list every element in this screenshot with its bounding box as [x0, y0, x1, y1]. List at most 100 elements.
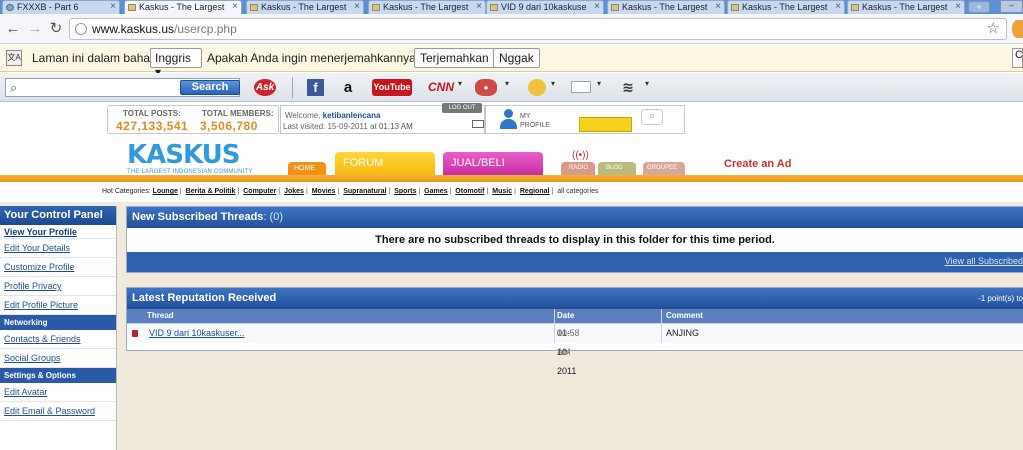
browser-tab-strip: FXXXB - Part 6 × Kaskus - The Largest × Ka…: [0, 0, 1023, 15]
sidebar-item-customize-profile[interactable]: Customize Profile: [0, 258, 116, 277]
sound-icon[interactable]: ≋: [616, 79, 640, 96]
profile-person-icon[interactable]: [498, 109, 518, 131]
mail-icon[interactable]: [571, 81, 591, 93]
sidebar-section-networking: Networking: [0, 315, 116, 330]
translate-button[interactable]: Terjemahkan: [414, 48, 495, 68]
all-categories-link[interactable]: all categories: [557, 188, 598, 195]
nav-radio-tab[interactable]: RADIO: [561, 162, 595, 175]
empty-message: There are no subscribed threads to displ…: [375, 234, 775, 246]
tab-close-icon[interactable]: ×: [354, 1, 360, 13]
search-icon: ⌕: [10, 80, 18, 95]
category-link[interactable]: Sports: [394, 188, 416, 195]
decline-translate-button[interactable]: Nggak: [493, 48, 540, 68]
column-date: Date: [557, 311, 575, 320]
chevron-down-icon[interactable]: ▾: [645, 79, 649, 88]
username-link[interactable]: ketibanlencana: [323, 111, 381, 120]
tab-close-icon[interactable]: ×: [110, 1, 116, 13]
reload-icon[interactable]: ↻: [47, 20, 65, 38]
category-link[interactable]: Jokes: [284, 188, 304, 195]
sidebar-item-edit-details[interactable]: Edit Your Details: [0, 239, 116, 258]
translate-icon: 文A: [6, 50, 22, 66]
toolbar-search-button[interactable]: Search: [180, 80, 240, 95]
view-all-subscribed-link[interactable]: View all Subscribed: [945, 256, 1023, 266]
search-toolbar: ⌕ Search Ask f a YouTube CNN ▾ ● ▾ ▾ ▾ ≋…: [0, 73, 1023, 102]
sidebar-item-social-groups[interactable]: Social Groups: [0, 349, 116, 368]
forward-arrow-icon[interactable]: →: [26, 20, 44, 38]
kaskus-logo[interactable]: KASKUS THE LARGEST INDONESIAN COMMUNITY: [127, 142, 257, 175]
chevron-down-icon[interactable]: ▾: [551, 79, 555, 88]
nav-jual-beli-tab[interactable]: JUAL/BELI: [443, 152, 543, 175]
toolbar-divider: [292, 77, 293, 98]
chevron-down-icon[interactable]: ▾: [597, 79, 601, 88]
weather-icon[interactable]: ●: [475, 79, 497, 96]
kaskus-favicon-icon: [372, 4, 380, 11]
sidebar-item-edit-email-password[interactable]: Edit Email & Password: [0, 402, 116, 421]
my-profile-link[interactable]: MY PROFILE: [520, 112, 550, 130]
category-link[interactable]: Regional: [520, 188, 550, 195]
tab-close-icon[interactable]: ×: [232, 1, 238, 13]
facebook-icon[interactable]: f: [307, 79, 324, 96]
language-select[interactable]: Inggris ▾: [150, 48, 202, 79]
browser-tab[interactable]: VID 9 dari 10kaskuse ×: [486, 0, 604, 14]
browser-tab[interactable]: Kaskus - The Largest ×: [368, 0, 486, 14]
category-link[interactable]: Supranatural: [343, 188, 386, 195]
kaskus-favicon-icon: [611, 4, 619, 11]
category-link[interactable]: Music: [492, 188, 512, 195]
new-tab-button[interactable]: +: [968, 1, 990, 13]
category-link[interactable]: Otomotif: [455, 188, 484, 195]
sun-icon[interactable]: [528, 79, 546, 96]
nav-blog-tab[interactable]: BLOG: [598, 162, 636, 175]
address-bar[interactable]: www.kaskus.us/usercp.php ☆: [69, 18, 1007, 40]
sidebar-item-view-profile[interactable]: View Your Profile: [0, 225, 116, 239]
nav-forum-tab[interactable]: FORUM: [335, 152, 435, 175]
nav-home-tab[interactable]: HOME: [288, 162, 326, 175]
browser-tab[interactable]: Kaskus - The Largest ×: [607, 0, 725, 14]
browser-tab[interactable]: Kaskus - The Largest ×: [727, 0, 845, 14]
tab-close-icon[interactable]: ×: [476, 1, 482, 13]
column-thread: Thread: [147, 311, 174, 320]
kaskus-favicon-icon: [250, 4, 258, 11]
cnn-icon[interactable]: CNN: [424, 79, 458, 96]
tab-close-icon[interactable]: ×: [955, 1, 961, 13]
category-link[interactable]: Games: [424, 188, 447, 195]
url-text: www.kaskus.us/usercp.php: [92, 22, 237, 36]
header-divider: [0, 175, 1023, 182]
browser-tab[interactable]: FXXXB - Part 6 ×: [2, 0, 120, 14]
tab-close-icon[interactable]: ×: [835, 1, 841, 13]
logout-button[interactable]: LOG OUT: [442, 103, 482, 113]
browser-tab-active[interactable]: Kaskus - The Largest ×: [124, 0, 242, 15]
sidebar-title: Your Control Panel: [0, 206, 116, 225]
sidebar-item-profile-privacy[interactable]: Profile Privacy: [0, 277, 116, 296]
browser-tab[interactable]: Kaskus - The Largest ×: [246, 0, 364, 14]
nav-groupee-tab[interactable]: GROUPEE: [643, 162, 685, 175]
kaskus-page: TOTAL POSTS: 427,133,541 TOTAL MEMBERS: …: [0, 102, 1023, 450]
wrench-menu-icon[interactable]: [1012, 20, 1023, 38]
chevron-down-icon[interactable]: ▾: [505, 79, 509, 88]
browser-tab[interactable]: Kaskus - The Largest ×: [847, 0, 965, 14]
close-infobar-button[interactable]: C: [1012, 48, 1023, 68]
category-link[interactable]: Berita & Politik: [186, 188, 236, 195]
tab-close-icon[interactable]: ×: [594, 1, 600, 13]
category-link[interactable]: Movies: [312, 188, 336, 195]
sidebar-item-edit-profile-picture[interactable]: Edit Profile Picture: [0, 296, 116, 315]
sidebar-item-contacts[interactable]: Contacts & Friends: [0, 330, 116, 349]
bookmark-star-icon[interactable]: ☆: [987, 19, 1000, 37]
private-message-icon[interactable]: [472, 120, 484, 128]
tab-close-icon[interactable]: ×: [715, 1, 721, 13]
youtube-icon[interactable]: YouTube: [372, 79, 412, 96]
category-link[interactable]: Computer: [243, 188, 276, 195]
ask-logo-icon[interactable]: Ask: [254, 79, 276, 96]
chevron-down-icon[interactable]: ▾: [458, 79, 462, 88]
thread-link[interactable]: VID 9 dari 10kaskuser...: [149, 324, 245, 343]
kaskus-favicon-icon: [731, 4, 739, 11]
minimize-window-button[interactable]: –: [1000, 0, 1023, 13]
sidebar-item-edit-avatar[interactable]: Edit Avatar: [0, 383, 116, 402]
globe-favicon-icon: [6, 4, 14, 11]
search-icon[interactable]: ⌕: [641, 109, 663, 125]
back-arrow-icon[interactable]: ←: [4, 20, 22, 38]
control-panel-sidebar: Your Control Panel View Your Profile Edi…: [0, 206, 117, 450]
create-ad-link[interactable]: Create an Ad: [724, 158, 791, 170]
category-link[interactable]: Lounge: [153, 188, 178, 195]
site-search-input[interactable]: [579, 117, 632, 132]
amazon-icon[interactable]: a: [341, 79, 355, 96]
